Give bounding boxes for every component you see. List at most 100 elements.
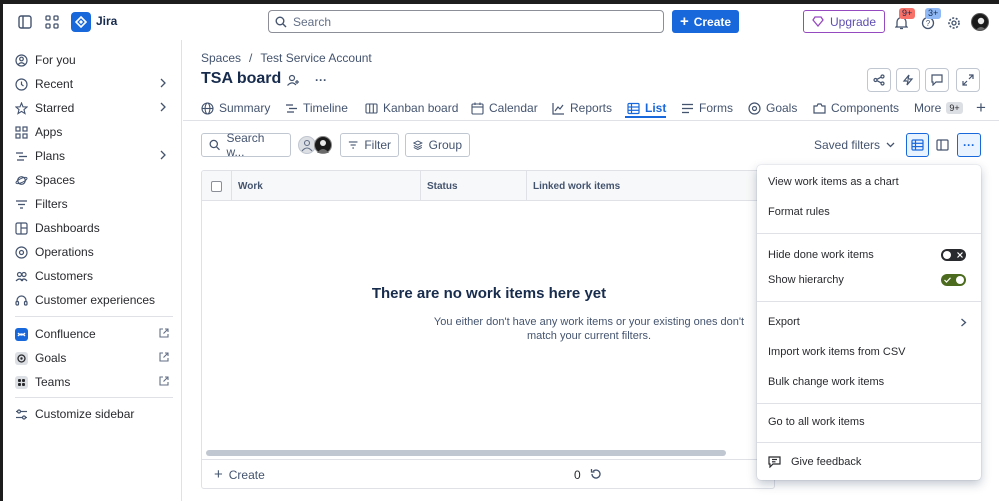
feedback-comment-icon[interactable] [925, 68, 949, 92]
sidebar-item-customize[interactable]: Customize sidebar [15, 404, 173, 424]
menu-item-label: Give feedback [791, 456, 862, 468]
menu-separator [757, 403, 981, 404]
brand-name[interactable]: Jira [96, 14, 117, 28]
top-navigation: Jira Search + Create Upgrade 9+ ? 3+ [3, 4, 999, 40]
saved-filters-label: Saved filters [814, 138, 881, 152]
toggle-knob [943, 251, 951, 259]
timeline-icon [286, 103, 297, 113]
sidebar-item-label: Operations [35, 245, 94, 259]
more-options-icon[interactable]: ··· [957, 133, 981, 157]
menu-item-format-rules[interactable]: Format rules [757, 199, 981, 225]
detail-view-toggle-icon[interactable] [931, 133, 954, 157]
sidebar-item-customer-experiences[interactable]: Customer experiences [15, 290, 173, 310]
hide-done-toggle[interactable] [941, 249, 966, 261]
select-all-checkbox[interactable] [211, 181, 222, 192]
automation-lightning-icon[interactable] [896, 68, 920, 92]
menu-item-export[interactable]: Export [757, 309, 981, 335]
column-header-work[interactable]: Work [232, 171, 421, 201]
share-icon[interactable] [867, 68, 891, 92]
close-icon [957, 252, 963, 258]
more-actions-icon[interactable]: ··· [309, 68, 333, 92]
menu-item-give-feedback[interactable]: Give feedback [757, 449, 981, 475]
create-button[interactable]: + Create [672, 10, 739, 33]
sidebar-item-apps[interactable]: Apps [15, 122, 173, 142]
table-header: Work Status Linked work items [202, 171, 774, 201]
breadcrumb-separator: / [249, 51, 253, 65]
tab-label: Goals [766, 101, 798, 115]
sidebar-item-for-you[interactable]: For you [15, 50, 173, 70]
search-input[interactable]: Search [268, 10, 664, 33]
chevron-right-icon[interactable] [159, 77, 167, 91]
sidebar-item-dashboards[interactable]: Dashboards [15, 218, 173, 238]
dashboard-icon [15, 221, 28, 235]
tab-goals[interactable]: Goals [748, 97, 797, 119]
active-tab-indicator [625, 116, 666, 118]
tab-reports[interactable]: Reports [552, 97, 612, 119]
sidebar-item-label: Dashboards [35, 221, 100, 235]
sidebar-item-plans[interactable]: Plans [15, 146, 173, 166]
chevron-right-icon[interactable] [159, 149, 167, 163]
chevron-right-icon[interactable] [159, 101, 167, 115]
sidebar-item-recent[interactable]: Recent [15, 74, 173, 94]
sidebar-item-confluence[interactable]: Confluence [15, 324, 173, 344]
tab-summary[interactable]: Summary [201, 97, 270, 119]
sidebar-item-customers[interactable]: Customers [15, 266, 173, 286]
group-button[interactable]: Group [405, 133, 470, 157]
user-filter-avatar[interactable] [314, 136, 332, 154]
sidebar-item-teams[interactable]: Teams [15, 372, 173, 392]
create-label: Create [693, 14, 732, 29]
sidebar-item-label: Customize sidebar [35, 407, 135, 421]
tab-kanban-board[interactable]: Kanban board [365, 97, 458, 119]
notifications-badge: 9+ [899, 8, 916, 19]
tab-components[interactable]: Components [813, 97, 899, 119]
sidebar-item-goals[interactable]: Goals [15, 348, 173, 368]
add-people-icon[interactable] [281, 68, 305, 92]
fullscreen-expand-icon[interactable] [956, 68, 980, 92]
refresh-icon[interactable] [590, 468, 602, 483]
breadcrumb-project[interactable]: Test Service Account [260, 51, 371, 65]
filter-button[interactable]: Filter [340, 133, 399, 157]
tab-more[interactable]: More 9+ [914, 97, 963, 119]
customize-sliders-icon [15, 408, 28, 421]
menu-item-bulk-change[interactable]: Bulk change work items [757, 369, 981, 395]
menu-item-go-to-all[interactable]: Go to all work items [757, 409, 981, 435]
menu-item-hide-done[interactable]: Hide done work items [757, 242, 981, 268]
list-view-toggle-icon[interactable] [906, 133, 929, 157]
user-avatar[interactable] [971, 13, 989, 31]
sidebar-toggle-icon[interactable] [13, 10, 37, 34]
menu-separator [757, 233, 981, 234]
board-icon [365, 102, 378, 114]
sidebar-item-operations[interactable]: Operations [15, 242, 173, 262]
show-hierarchy-toggle[interactable] [941, 274, 966, 286]
sidebar-item-spaces[interactable]: Spaces [15, 170, 173, 190]
saved-filters-dropdown[interactable]: Saved filters [814, 138, 895, 152]
upgrade-button[interactable]: Upgrade [803, 10, 885, 33]
sidebar-item-label: Confluence [35, 327, 96, 341]
column-header-status[interactable]: Status [421, 171, 527, 201]
tab-forms[interactable]: Forms [681, 97, 733, 119]
column-header-linked-work-items[interactable]: Linked work items [527, 171, 774, 201]
menu-item-view-as-chart[interactable]: View work items as a chart [757, 169, 981, 195]
tab-timeline[interactable]: Timeline [285, 97, 348, 119]
sidebar-item-filters[interactable]: Filters [15, 194, 173, 214]
add-tab-plus-icon[interactable]: + [969, 96, 993, 120]
tab-label: More [914, 101, 942, 115]
horizontal-scrollbar[interactable] [206, 450, 726, 456]
sidebar-item-label: Customers [35, 269, 94, 283]
jira-logo-icon[interactable] [71, 12, 91, 32]
create-work-item-button[interactable]: + Create [214, 467, 265, 482]
operations-icon [15, 245, 28, 259]
external-link-icon [159, 351, 169, 365]
sidebar-divider [15, 316, 173, 317]
settings-gear-icon[interactable] [942, 11, 966, 35]
goals-icon [15, 351, 28, 365]
page-title[interactable]: TSA board [201, 70, 281, 88]
sidebar-item-starred[interactable]: Starred [15, 98, 173, 118]
menu-item-show-hierarchy[interactable]: Show hierarchy [757, 267, 981, 293]
tab-calendar[interactable]: Calendar [471, 97, 538, 119]
external-link-icon [159, 327, 169, 341]
app-switcher-icon[interactable] [40, 10, 64, 34]
menu-item-import-csv[interactable]: Import work items from CSV [757, 339, 981, 365]
breadcrumb-spaces[interactable]: Spaces [201, 51, 241, 65]
list-search-input[interactable]: Search w... [201, 131, 291, 159]
